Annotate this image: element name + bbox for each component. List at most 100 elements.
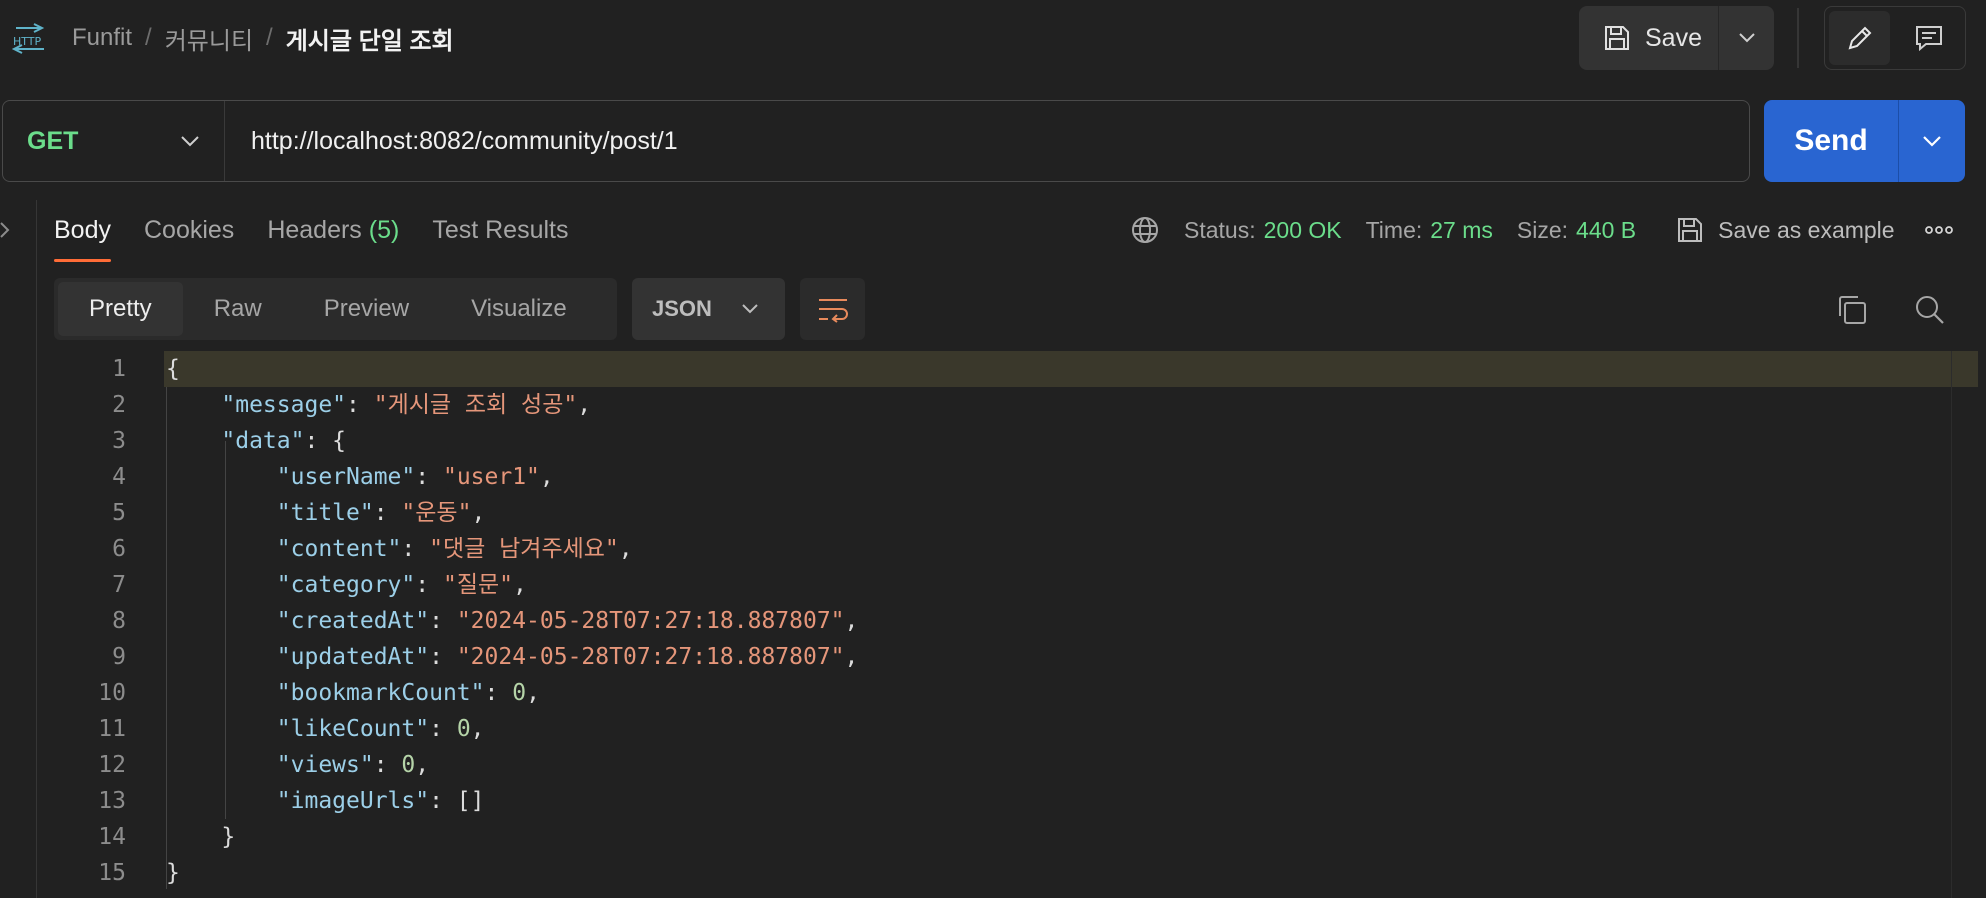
response-body-editor[interactable]: 1{2 "message": "게시글 조회 성공", 3 "data": {4 …	[36, 351, 1986, 898]
request-title[interactable]: 게시글 단일 조회	[286, 21, 454, 56]
json-key: "message"	[221, 392, 347, 418]
comment-icon	[1914, 23, 1944, 53]
json-punctuation: :	[415, 464, 443, 490]
copy-icon	[1836, 294, 1868, 326]
save-button[interactable]: Save	[1579, 6, 1719, 70]
save-button-group: Save	[1579, 6, 1774, 70]
code-line: 11 "likeCount": 0,	[36, 711, 1986, 747]
line-number: 8	[112, 608, 126, 634]
json-key: "createdAt"	[276, 608, 430, 634]
time-info[interactable]: Time: 27 ms	[1366, 217, 1493, 244]
code-line: 1{	[36, 351, 1986, 387]
tab-test-results[interactable]: Test Results	[432, 206, 568, 262]
wrap-lines-button[interactable]	[800, 278, 865, 340]
code-text: }	[164, 855, 1978, 891]
line-number: 13	[98, 788, 126, 814]
view-tab-visualize[interactable]: Visualize	[440, 282, 598, 336]
code-line: 10 "bookmarkCount": 0,	[36, 675, 1986, 711]
json-punctuation: ,	[539, 464, 554, 490]
tab-headers[interactable]: Headers (5)	[267, 206, 399, 262]
json-key: "userName"	[276, 464, 416, 490]
json-punctuation: :	[429, 608, 457, 634]
save-as-example-button[interactable]: Save as example	[1676, 216, 1895, 244]
view-tab-pretty[interactable]: Pretty	[58, 282, 183, 336]
status-info[interactable]: Status: 200 OK	[1184, 217, 1342, 244]
edit-button[interactable]	[1829, 11, 1890, 65]
code-line: 3 "data": {	[36, 423, 1986, 459]
json-punctuation: ,	[471, 500, 486, 526]
view-tab-raw[interactable]: Raw	[183, 282, 293, 336]
line-number: 12	[98, 752, 126, 778]
json-number: 0	[512, 680, 527, 706]
pencil-icon	[1845, 23, 1875, 53]
chevron-down-icon	[1922, 135, 1942, 147]
comments-button[interactable]	[1898, 11, 1959, 65]
json-punctuation: {	[166, 356, 180, 382]
network-info[interactable]	[1130, 215, 1160, 245]
json-string: "댓글 남겨주세요"	[429, 536, 619, 562]
json-string: "질문"	[442, 572, 513, 598]
json-number: 0	[401, 752, 416, 778]
copy-button[interactable]	[1832, 290, 1872, 330]
code-line: 5 "title": "운동",	[36, 495, 1986, 531]
breadcrumb-workspace[interactable]: Funfit	[72, 24, 132, 52]
line-number: 11	[98, 716, 126, 742]
size-info[interactable]: Size: 440 B	[1517, 217, 1636, 244]
search-button[interactable]	[1910, 290, 1950, 330]
send-button[interactable]: Send	[1764, 100, 1899, 182]
format-select[interactable]: JSON	[632, 278, 785, 340]
save-icon	[1676, 216, 1704, 244]
code-line: 2 "message": "게시글 조회 성공",	[36, 387, 1986, 423]
save-options-dropdown[interactable]	[1719, 6, 1774, 70]
json-key: "imageUrls"	[276, 788, 430, 814]
json-string: "user1"	[442, 464, 540, 490]
toolbar-divider	[1797, 8, 1799, 68]
search-icon	[1914, 294, 1946, 326]
size-label: Size:	[1516, 216, 1569, 243]
json-punctuation	[166, 392, 221, 418]
json-punctuation: : {	[304, 428, 347, 454]
tab-body[interactable]: Body	[54, 206, 111, 262]
json-string: "운동"	[401, 500, 472, 526]
json-punctuation	[166, 716, 277, 742]
svg-text:HTTP: HTTP	[13, 35, 42, 48]
url-input[interactable]	[225, 101, 1749, 181]
json-punctuation: :	[429, 644, 457, 670]
json-punctuation	[166, 644, 277, 670]
code-line: 12 "views": 0,	[36, 747, 1986, 783]
code-text: {	[164, 351, 1978, 387]
expand-sidebar-icon[interactable]	[0, 221, 12, 239]
code-text: "views": 0,	[164, 747, 1978, 783]
tab-cookies[interactable]: Cookies	[144, 206, 234, 262]
json-punctuation: ,	[470, 716, 485, 742]
code-line: 14 }	[36, 819, 1986, 855]
breadcrumb-collection[interactable]: 커뮤니티	[165, 21, 253, 56]
size-value: 440 B	[1576, 216, 1637, 243]
more-options-icon[interactable]	[1924, 225, 1953, 235]
tab-cookies-label: Cookies	[143, 216, 235, 244]
code-text: "updatedAt": "2024-05-28T07:27:18.887807…	[164, 639, 1978, 675]
send-button-group: Send	[1764, 100, 1965, 182]
code-line: 8 "createdAt": "2024-05-28T07:27:18.8878…	[36, 603, 1986, 639]
line-number: 3	[112, 428, 126, 454]
line-number: 1	[112, 356, 126, 382]
json-punctuation: }	[166, 860, 180, 886]
method-select[interactable]: GET	[3, 101, 225, 181]
json-punctuation: :	[484, 680, 513, 706]
code-line: 9 "updatedAt": "2024-05-28T07:27:18.8878…	[36, 639, 1986, 675]
code-text: "likeCount": 0,	[164, 711, 1978, 747]
chevron-down-icon	[180, 135, 200, 147]
code-text: "bookmarkCount": 0,	[164, 675, 1978, 711]
json-punctuation	[166, 464, 277, 490]
code-text: "title": "운동",	[164, 495, 1978, 531]
chevron-down-icon	[741, 303, 759, 315]
json-key: "content"	[276, 536, 402, 562]
line-number: 10	[98, 680, 126, 706]
send-options-dropdown[interactable]	[1899, 100, 1965, 182]
json-punctuation	[166, 428, 221, 454]
editor-ruler	[1951, 351, 1952, 898]
code-text: "imageUrls": []	[164, 783, 1978, 819]
json-punctuation: ,	[844, 644, 859, 670]
view-tab-preview[interactable]: Preview	[293, 282, 440, 336]
breadcrumb-separator: /	[266, 24, 273, 51]
